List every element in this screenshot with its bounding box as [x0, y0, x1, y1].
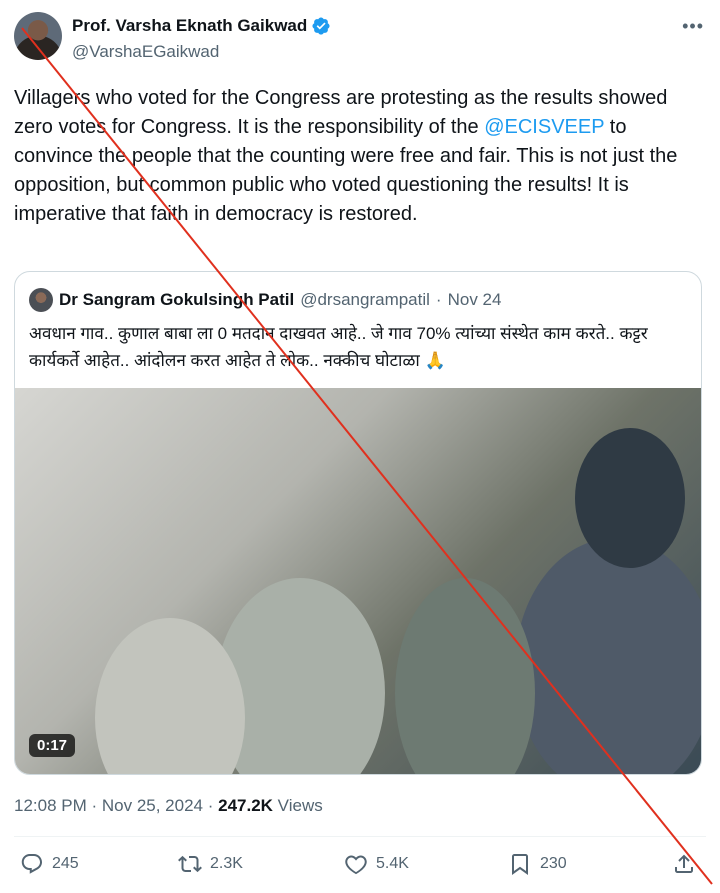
divider [14, 836, 706, 837]
video-crowd-shape [575, 428, 685, 568]
video-player[interactable]: 0:17 [15, 388, 701, 774]
share-icon [675, 854, 693, 873]
bookmark-button[interactable]: 230 [508, 852, 567, 876]
tweet-text: Villagers who voted for the Congress are… [14, 84, 704, 229]
quote-avatar [29, 288, 53, 312]
quote-author-handle: @drsangrampatil [300, 290, 430, 309]
tweet-time[interactable]: 12:08 PM [14, 796, 87, 815]
tweet-date[interactable]: Nov 25, 2024 [102, 796, 203, 815]
repost-count: 2.3K [210, 855, 243, 872]
quote-header: Dr Sangram Gokulsingh Patil @drsangrampa… [29, 288, 501, 312]
bookmark-count: 230 [540, 855, 567, 872]
meta-separator: · [86, 796, 102, 815]
share-button[interactable] [672, 852, 696, 876]
quoted-tweet[interactable]: Dr Sangram Gokulsingh Patil @drsangrampa… [14, 271, 702, 775]
quote-text: अवधान गाव.. कुणाल बाबा ला 0 मतदान दाखवत … [29, 324, 648, 370]
author-handle[interactable]: @VarshaEGaikwad [72, 42, 219, 62]
action-bar: 245 2.3K 5.4K 230 [0, 852, 720, 882]
reply-button[interactable]: 245 [20, 852, 79, 876]
video-crowd-shape [95, 618, 245, 774]
quote-separator: · [435, 290, 442, 309]
like-button[interactable]: 5.4K [344, 852, 409, 876]
quote-date: Nov 24 [447, 290, 502, 309]
video-duration-badge: 0:17 [29, 734, 76, 757]
quote-author-name: Dr Sangram Gokulsingh Patil [59, 290, 295, 309]
heart-icon [345, 855, 367, 875]
reply-count: 245 [52, 855, 79, 872]
reply-icon [21, 854, 42, 874]
video-crowd-shape [515, 538, 701, 774]
author-avatar[interactable] [14, 12, 62, 60]
more-icon[interactable]: ••• [682, 16, 704, 37]
bookmark-icon [512, 854, 528, 875]
author-name-row: Prof. Varsha Eknath Gaikwad [72, 16, 331, 36]
tweet-meta: 12:08 PM · Nov 25, 2024 · 247.2K Views [14, 796, 323, 816]
verified-badge-icon [312, 17, 330, 35]
views-label: Views [272, 796, 323, 815]
repost-button[interactable]: 2.3K [178, 852, 243, 876]
mention-link[interactable]: @ECISVEEP [484, 116, 604, 138]
repost-icon [178, 855, 202, 873]
author-name[interactable]: Prof. Varsha Eknath Gaikwad [72, 16, 307, 36]
video-crowd-shape [395, 578, 535, 774]
views-count: 247.2K [218, 796, 273, 815]
like-count: 5.4K [376, 855, 409, 872]
meta-separator: · [203, 796, 219, 815]
